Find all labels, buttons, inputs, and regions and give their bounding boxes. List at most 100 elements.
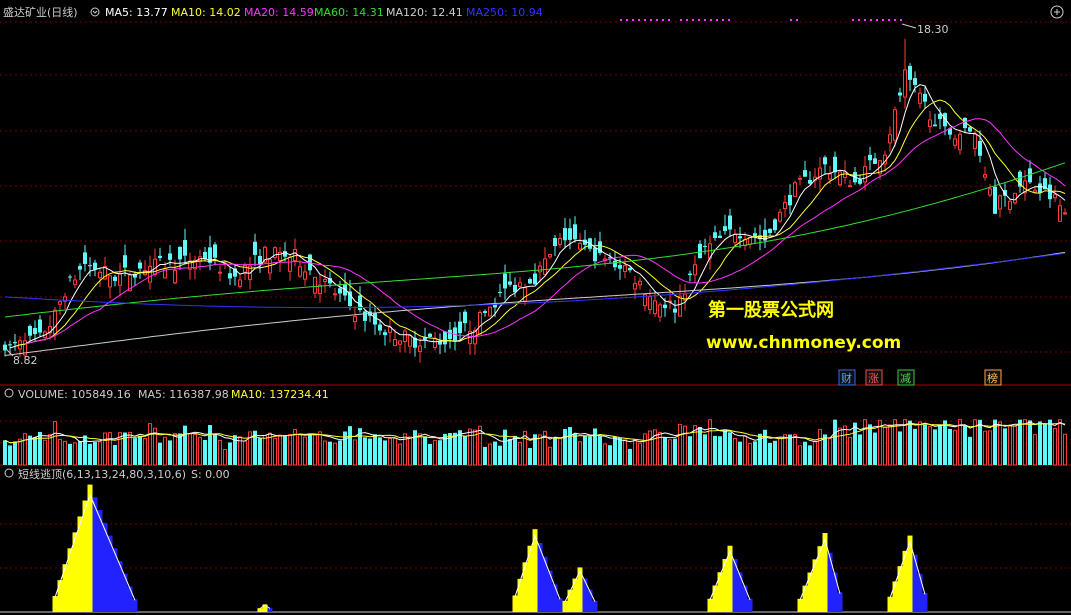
candle-body	[838, 171, 842, 186]
signal-dot	[620, 19, 622, 21]
candle-body	[983, 174, 987, 178]
candle-body	[633, 283, 637, 290]
candle-body	[403, 330, 407, 342]
candle-body	[538, 265, 542, 273]
candle-body	[888, 134, 892, 144]
candle-body	[728, 215, 732, 230]
candle-body	[203, 251, 207, 260]
high-price-label: 18.30	[917, 23, 949, 36]
volume-bar	[528, 447, 532, 465]
volume-bar	[383, 440, 387, 465]
indicator-bar	[52, 596, 58, 612]
candle-body	[823, 157, 827, 165]
volume-bar	[258, 438, 262, 465]
signal-dot	[668, 19, 670, 21]
candle-body	[253, 241, 257, 255]
candle-body	[123, 255, 127, 268]
candle-body	[778, 211, 782, 222]
candle-body	[848, 185, 852, 188]
volume-bar	[413, 430, 417, 465]
volume-bar	[78, 441, 82, 465]
candle-body	[898, 92, 902, 96]
volume-bar	[573, 433, 577, 465]
svg-text:减: 减	[900, 372, 911, 385]
candle-body	[458, 321, 462, 334]
signal-dot	[882, 19, 884, 21]
volume-bar	[8, 445, 12, 465]
indicator-bar	[127, 586, 133, 612]
candle-body	[213, 244, 217, 258]
indicator-bar	[517, 578, 523, 612]
signal-dot	[722, 19, 724, 21]
indicator-bar	[87, 484, 93, 612]
indicator-bar	[572, 578, 578, 612]
candle-body	[568, 228, 572, 240]
candle-body	[663, 304, 667, 309]
svg-text:涨: 涨	[868, 372, 879, 385]
candle-body	[1033, 189, 1037, 193]
candle-body	[448, 329, 452, 340]
candle-body	[178, 246, 182, 260]
ma20-legend: MA20: 14.59	[244, 6, 314, 19]
candle-body	[83, 252, 87, 264]
indicator-bar	[77, 516, 83, 612]
signal-dot	[644, 19, 646, 21]
signal-dot	[698, 19, 700, 21]
indicator-bar	[832, 572, 838, 612]
volume-bar	[833, 419, 837, 465]
indicator-bar	[807, 572, 813, 612]
candle-body	[693, 264, 697, 276]
indicator-bar	[587, 589, 593, 612]
candle-body	[228, 273, 232, 279]
signal-dot	[876, 19, 878, 21]
volume-bar	[28, 435, 32, 465]
volume-bar	[508, 438, 512, 465]
signal-dot	[900, 19, 902, 21]
volume-bar	[663, 437, 667, 465]
volume-bar	[1038, 421, 1042, 465]
candle-body	[1013, 192, 1017, 204]
volume-bar	[138, 435, 142, 465]
candle-body	[533, 273, 537, 285]
event-marker-list[interactable]: 榜	[984, 369, 1002, 386]
candle-body	[1058, 205, 1062, 222]
candle-body	[323, 278, 327, 282]
candle-body	[653, 300, 657, 315]
signal-dot	[638, 19, 640, 21]
indicator-bar	[57, 580, 63, 612]
candle-body	[378, 324, 382, 331]
candle-body	[183, 239, 187, 256]
ma5-legend: MA5: 13.77	[105, 6, 168, 19]
signal-dot	[888, 19, 890, 21]
event-marker-finance[interactable]: 财	[838, 369, 856, 386]
candle-body	[548, 253, 552, 258]
candle-body	[618, 265, 622, 269]
candle-body	[798, 177, 802, 180]
indicator-bar	[82, 500, 88, 612]
candle-body	[13, 341, 17, 344]
event-marker-reduce[interactable]: 减	[897, 369, 915, 386]
volume-bar	[178, 433, 182, 465]
stock-chart[interactable]: 盛达矿业(日线) MA5: 13.77 MA10: 14.02 MA20: 14…	[0, 0, 1071, 615]
signal-dot	[796, 19, 798, 21]
indicator-bar	[717, 572, 723, 612]
volume-bar	[768, 442, 772, 465]
signal-dot	[716, 19, 718, 21]
indicator-bar	[797, 598, 803, 612]
stock-title: 盛达矿业(日线)	[3, 5, 78, 19]
volume-bar	[348, 426, 352, 465]
candle-body	[953, 138, 957, 146]
volume-bar	[908, 420, 912, 465]
candle-body	[793, 182, 797, 197]
indicator-bar	[557, 598, 563, 612]
volume-bar	[38, 431, 42, 465]
event-marker-rise[interactable]: 涨	[865, 369, 883, 386]
volume-bar	[868, 424, 872, 465]
candle-body	[788, 194, 792, 206]
volume-bar	[553, 437, 557, 465]
volume-bar	[203, 439, 207, 465]
volume-bar	[773, 440, 777, 465]
volume-bar	[673, 438, 677, 465]
volume-bar	[688, 436, 692, 465]
volume-bar	[588, 436, 592, 465]
